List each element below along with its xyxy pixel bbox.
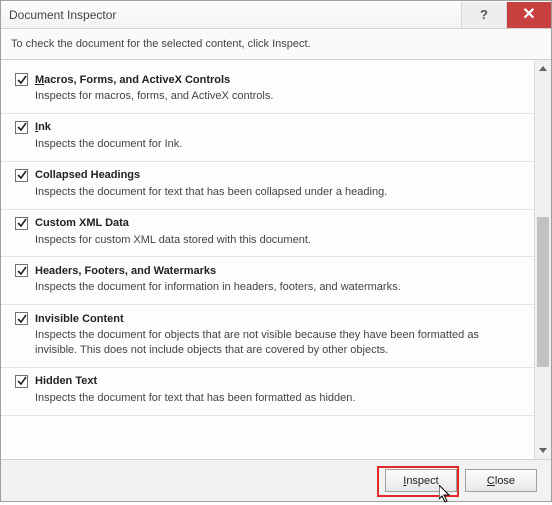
item-description: Inspects the document for objects that a… [35, 328, 520, 358]
item-title: Custom XML Data [35, 217, 129, 229]
scroll-up-button[interactable] [535, 60, 551, 77]
cursor-icon [439, 485, 453, 505]
item-title: Invisible Content [35, 313, 124, 325]
item-description: Inspects for macros, forms, and ActiveX … [35, 89, 520, 104]
item-title-rest: acros, Forms, and ActiveX Controls [44, 74, 230, 86]
item-description: Inspects the document for information in… [35, 280, 520, 295]
titlebar: Document Inspector ? ✕ [1, 1, 551, 29]
inspection-item: Headers, Footers, and Watermarks Inspect… [1, 257, 534, 305]
item-description: Inspects for custom XML data stored with… [35, 233, 520, 248]
item-title-rest: nk [38, 121, 51, 133]
item-title-text: Headers, Footers, and Watermarks [35, 265, 216, 277]
instruction-text: To check the document for the selected c… [1, 29, 551, 59]
content-area: Macros, Forms, and ActiveX Controls Insp… [1, 59, 551, 459]
help-button[interactable]: ? [461, 2, 506, 28]
item-title: Collapsed Headings [35, 169, 140, 181]
item-checkbox[interactable] [15, 217, 28, 230]
close-button[interactable]: Close [465, 469, 537, 492]
item-title: Macros, Forms, and ActiveX Controls [35, 74, 230, 86]
item-checkbox[interactable] [15, 73, 28, 86]
item-title: Ink [35, 121, 51, 133]
item-checkbox[interactable] [15, 169, 28, 182]
item-title-text: Custom XML Data [35, 217, 129, 229]
item-description: Inspects the document for Ink. [35, 137, 520, 152]
inspection-item: Custom XML Data Inspects for custom XML … [1, 210, 534, 258]
item-title-accel: M [35, 74, 44, 86]
item-title-text: Invisible Content [35, 313, 124, 325]
scroll-track[interactable] [535, 77, 551, 442]
item-checkbox[interactable] [15, 375, 28, 388]
item-title-text: Collapsed Headings [35, 169, 140, 181]
inspection-item: Ink Inspects the document for Ink. [1, 114, 534, 162]
inspection-item: Hidden Text Inspects the document for te… [1, 368, 534, 416]
window-close-button[interactable]: ✕ [506, 2, 551, 28]
footer: Inspect Close [1, 459, 551, 501]
scroll-down-button[interactable] [535, 442, 551, 459]
item-checkbox[interactable] [15, 312, 28, 325]
item-title-text: Hidden Text [35, 375, 97, 387]
item-description: Inspects the document for text that has … [35, 185, 520, 200]
inspection-item: Collapsed Headings Inspects the document… [1, 162, 534, 210]
item-description: Inspects the document for text that has … [35, 391, 520, 406]
item-checkbox[interactable] [15, 121, 28, 134]
item-checkbox[interactable] [15, 264, 28, 277]
titlebar-title: Document Inspector [9, 8, 461, 22]
item-title: Headers, Footers, and Watermarks [35, 265, 216, 277]
scroll-thumb[interactable] [537, 217, 549, 367]
inspection-list: Macros, Forms, and ActiveX Controls Insp… [1, 60, 534, 459]
inspection-item: Invisible Content Inspects the document … [1, 305, 534, 368]
item-title: Hidden Text [35, 375, 97, 387]
document-inspector-dialog: Document Inspector ? ✕ To check the docu… [0, 0, 552, 502]
inspection-item: Macros, Forms, and ActiveX Controls Insp… [1, 66, 534, 114]
scrollbar-vertical[interactable] [534, 60, 551, 459]
